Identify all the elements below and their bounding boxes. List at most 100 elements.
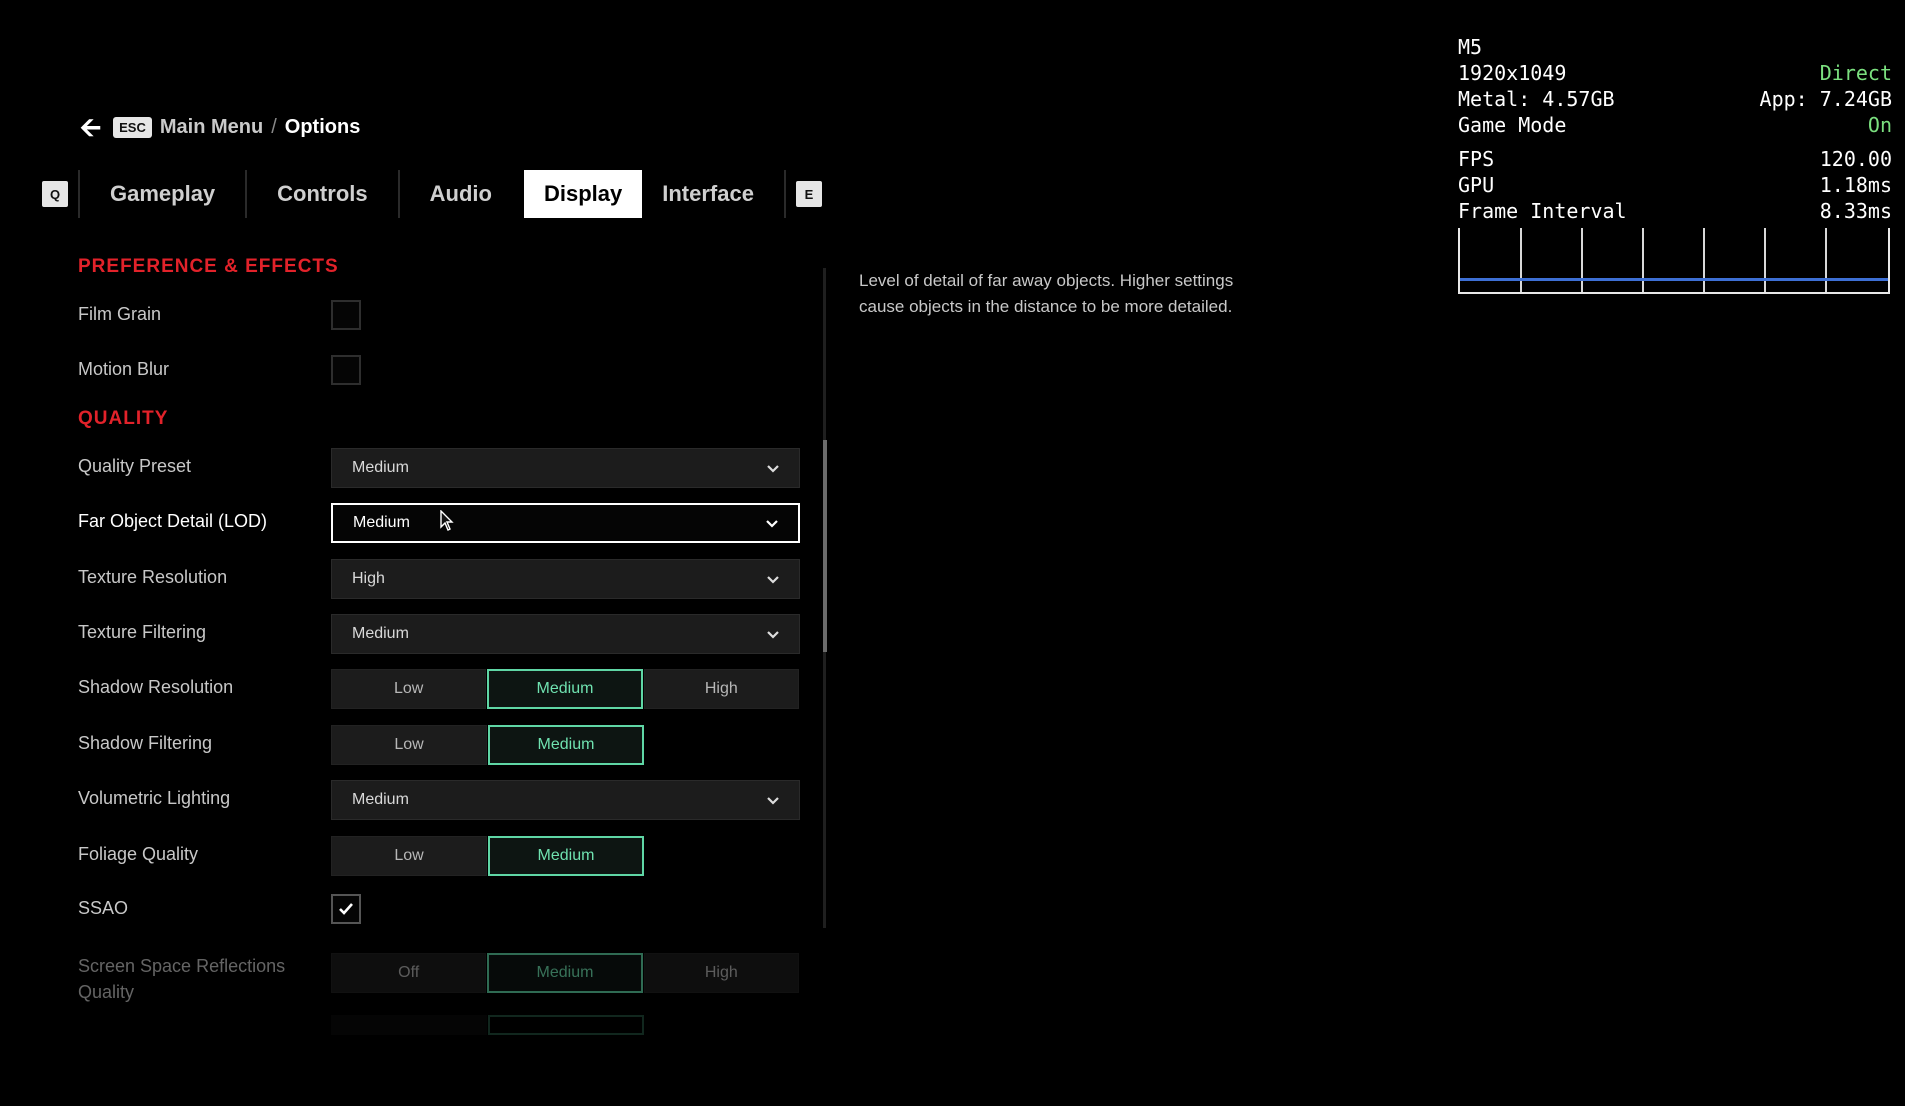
setting-label: Volumetric Lighting: [78, 788, 231, 808]
options-screen: 🡨 ESC Main Menu / Options Q Gameplay Con…: [0, 0, 1905, 1106]
shadow-resolution-option-medium[interactable]: Medium: [487, 669, 643, 709]
foliage-quality-option-low[interactable]: Low: [331, 836, 487, 876]
chevron-down-icon: [766, 520, 778, 528]
ssr-quality-option-high[interactable]: High: [643, 953, 799, 993]
graph-gridline: [1642, 228, 1644, 292]
perf-game-mode-label: Game Mode: [1458, 113, 1567, 137]
motion-blur-checkbox[interactable]: [331, 355, 361, 385]
setting-row-quality-preset: Quality Preset Medium: [78, 448, 800, 488]
perf-frame-interval-value: 8.33ms: [1819, 199, 1892, 223]
setting-label: Screen Space Reflections Quality: [78, 953, 285, 1005]
perf-resolution-row: 1920x1049 Direct: [1458, 60, 1892, 86]
foliage-quality-segmented: Low Medium: [331, 836, 800, 876]
tab-interface[interactable]: Interface: [642, 170, 774, 218]
cut-off-option: [331, 1015, 487, 1035]
prev-tab-key[interactable]: Q: [42, 181, 68, 207]
perf-game-mode-row: Game Mode On: [1458, 112, 1892, 138]
shadow-filtering-option-low[interactable]: Low: [331, 725, 487, 765]
ssr-quality-option-off[interactable]: Off: [331, 953, 487, 993]
tab-display[interactable]: Display: [523, 170, 643, 218]
performance-overlay: M5 1920x1049 Direct Metal: 4.57GB App: 7…: [1458, 34, 1892, 294]
setting-label-line: Screen Space Reflections: [78, 956, 286, 976]
breadcrumb-main-menu[interactable]: Main Menu: [160, 116, 263, 139]
perf-metal-memory: Metal: 4.57GB: [1458, 87, 1615, 111]
setting-row-shadow-resolution: Shadow Resolution Low Medium High: [78, 669, 800, 709]
tab-divider: [78, 170, 80, 218]
perf-app-memory: App: 7.24GB: [1759, 87, 1892, 111]
setting-row-foliage-quality: Foliage Quality Low Medium: [78, 836, 800, 876]
dropdown-value: Medium: [353, 514, 410, 531]
back-arrow-icon[interactable]: 🡨: [80, 114, 101, 140]
tab-audio[interactable]: Audio: [410, 170, 512, 218]
perf-fps-row: FPS 120.00: [1458, 146, 1892, 172]
perf-gpu-value: 1.18ms: [1819, 173, 1892, 197]
shadow-resolution-segmented: Low Medium High: [331, 669, 800, 709]
setting-label: Foliage Quality: [78, 844, 199, 864]
setting-row-texture-resolution: Texture Resolution High: [78, 559, 800, 599]
perf-frame-interval-row: Frame Interval 8.33ms: [1458, 198, 1892, 224]
setting-label: Film Grain: [78, 304, 162, 324]
setting-row-texture-filtering: Texture Filtering Medium: [78, 614, 800, 654]
far-object-detail-dropdown[interactable]: Medium: [331, 503, 800, 543]
chevron-down-icon: [767, 797, 779, 805]
section-title-quality: QUALITY: [78, 408, 169, 429]
esc-key-badge[interactable]: ESC: [113, 116, 152, 138]
setting-row-volumetric-lighting: Volumetric Lighting Medium: [78, 780, 800, 820]
setting-row-ssr-quality: Screen Space Reflections Quality Off Med…: [78, 953, 800, 1009]
perf-resolution: 1920x1049: [1458, 61, 1567, 85]
tab-divider: [397, 170, 400, 218]
dropdown-value: Medium: [352, 459, 409, 476]
shadow-resolution-option-low[interactable]: Low: [331, 669, 487, 709]
setting-label: Texture Filtering: [78, 622, 207, 642]
shadow-filtering-segmented: Low Medium: [331, 725, 800, 765]
setting-label: SSAO: [78, 898, 129, 918]
quality-preset-dropdown[interactable]: Medium: [331, 448, 800, 488]
setting-label: Shadow Filtering: [78, 733, 213, 753]
mouse-cursor-icon: [440, 510, 454, 531]
setting-label-line: Quality: [78, 982, 135, 1002]
setting-row-far-object-detail: Far Object Detail (LOD) Medium: [78, 503, 800, 543]
perf-mode: Direct: [1819, 61, 1892, 85]
perf-device-name: M5: [1458, 35, 1483, 59]
film-grain-checkbox[interactable]: [331, 300, 361, 330]
tab-gameplay[interactable]: Gameplay: [90, 170, 235, 218]
setting-label: Texture Resolution: [78, 567, 228, 587]
chevron-down-icon: [767, 465, 779, 473]
dropdown-value: Medium: [352, 791, 409, 808]
shadow-resolution-option-high[interactable]: High: [643, 669, 799, 709]
foliage-quality-option-medium[interactable]: Medium: [488, 836, 644, 876]
breadcrumb: 🡨 ESC Main Menu / Options: [80, 114, 360, 140]
setting-row-cut-off: [78, 1015, 800, 1035]
perf-memory-row: Metal: 4.57GB App: 7.24GB: [1458, 86, 1892, 112]
volumetric-lighting-dropdown[interactable]: Medium: [331, 780, 800, 820]
perf-device: M5: [1458, 34, 1892, 60]
shadow-filtering-option-medium[interactable]: Medium: [488, 725, 644, 765]
setting-row-motion-blur: Motion Blur: [78, 351, 800, 391]
settings-scrollbar-thumb[interactable]: [823, 440, 827, 652]
texture-filtering-dropdown[interactable]: Medium: [331, 614, 800, 654]
tab-controls[interactable]: Controls: [257, 170, 387, 218]
next-tab-key[interactable]: E: [795, 181, 822, 207]
setting-label: Shadow Resolution: [78, 677, 234, 697]
tab-divider: [245, 170, 248, 218]
setting-row-shadow-filtering: Shadow Filtering Low Medium: [78, 725, 800, 765]
graph-gridline: [1825, 228, 1827, 292]
setting-label: Quality Preset: [78, 456, 192, 476]
section-title-preference: PREFERENCE & EFFECTS: [78, 256, 339, 277]
texture-resolution-dropdown[interactable]: High: [331, 559, 800, 599]
perf-fps-label: FPS: [1458, 147, 1495, 171]
ssr-quality-segmented: Off Medium High: [331, 953, 800, 993]
chevron-down-icon: [767, 576, 779, 584]
tab-bar: Q Gameplay Controls Audio Display Interf…: [42, 170, 822, 218]
breadcrumb-separator: /: [271, 115, 277, 138]
perf-gpu-row: GPU 1.18ms: [1458, 172, 1892, 198]
tab-divider: [783, 170, 786, 218]
dropdown-value: High: [352, 570, 385, 587]
perf-game-mode-value: On: [1867, 113, 1892, 137]
setting-label: Far Object Detail (LOD): [78, 511, 268, 531]
checkmark-icon: [339, 903, 353, 915]
perf-gpu-label: GPU: [1458, 173, 1495, 197]
ssao-checkbox[interactable]: [331, 894, 361, 924]
setting-label: Motion Blur: [78, 359, 170, 379]
ssr-quality-option-medium[interactable]: Medium: [487, 953, 643, 993]
